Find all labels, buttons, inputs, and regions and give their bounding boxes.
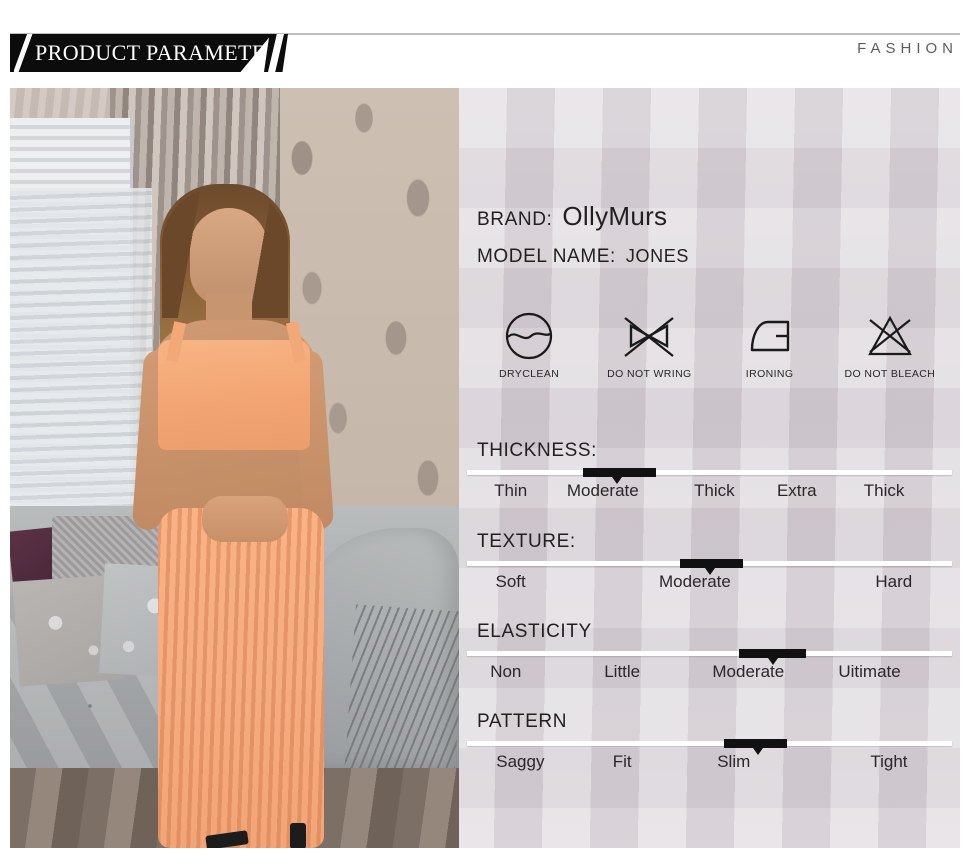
content-area: BRAND: OllyMurs MODEL NAME: JONES DRYCLEAN [10, 88, 960, 848]
spec-title-texture: TEXTURE: [477, 531, 576, 552]
fashion-wordmark: FASHION [857, 40, 958, 57]
product-parameters-page: PRODUCT PARAMETERS FASHION BRAND: OllyMu… [0, 0, 970, 862]
thickness-slider-track[interactable] [467, 468, 952, 484]
brand-row: BRAND: OllyMurs [477, 201, 667, 232]
spec-texture: TEXTURE: Soft Moderate Hard [467, 531, 952, 606]
elasticity-slider-marker[interactable] [738, 649, 807, 658]
spec-title-thickness: THICKNESS: [477, 440, 598, 461]
pattern-scale-labels: Saggy Fit Slim Tight [467, 752, 952, 786]
pattern-slider-track[interactable] [467, 739, 952, 755]
elasticity-option-2[interactable]: Moderate [712, 662, 784, 682]
care-instructions-row: DRYCLEAN DO NOT WRING IRONING DO NOT BLE… [469, 308, 950, 380]
thickness-scale-labels: Thin Moderate Thick Extra Thick [467, 481, 952, 515]
care-item-do-not-bleach: DO NOT BLEACH [830, 308, 950, 380]
thickness-option-2[interactable]: Thick [694, 481, 735, 501]
texture-option-1[interactable]: Moderate [659, 572, 731, 592]
spec-title-pattern: PATTERN [477, 711, 568, 732]
photo-model-shoe-right [290, 823, 306, 848]
elasticity-scale-labels: Non Little Moderate Uitimate [467, 662, 952, 696]
photo-garment-midi-skirt [158, 508, 324, 848]
care-item-dryclean: DRYCLEAN [469, 308, 589, 380]
care-label-do-not-wring: DO NOT WRING [607, 368, 692, 380]
brand-value: OllyMurs [562, 201, 668, 231]
brand-label: BRAND: [477, 209, 553, 230]
texture-option-0[interactable]: Soft [496, 572, 526, 592]
model-name-row: MODEL NAME: JONES [477, 246, 689, 268]
care-label-do-not-bleach: DO NOT BLEACH [844, 368, 936, 380]
spec-elasticity: ELASTICITY Non Little Moderate Uitimate [467, 621, 952, 696]
ironing-icon [710, 308, 830, 364]
model-name-value: JONES [625, 246, 689, 266]
photo-sofa-studs [344, 604, 459, 782]
texture-scale-labels: Soft Moderate Hard [467, 572, 952, 606]
page-header: PRODUCT PARAMETERS FASHION [0, 0, 970, 82]
product-photo [10, 88, 459, 848]
texture-slider-track[interactable] [467, 559, 952, 575]
thickness-slider-marker[interactable] [583, 468, 657, 477]
dryclean-icon [469, 308, 589, 364]
thickness-option-0[interactable]: Thin [494, 481, 527, 501]
elasticity-option-1[interactable]: Little [604, 662, 640, 682]
pattern-option-0[interactable]: Saggy [496, 752, 544, 772]
page-title: PRODUCT PARAMETERS [35, 40, 294, 65]
care-item-ironing: IRONING [710, 308, 830, 380]
thickness-option-1[interactable]: Moderate [567, 481, 639, 501]
photo-model-hands [202, 496, 288, 542]
elasticity-option-3[interactable]: Uitimate [838, 662, 900, 682]
do-not-bleach-icon [830, 308, 950, 364]
elasticity-slider-track[interactable] [467, 649, 952, 665]
spec-thickness: THICKNESS: Thin Moderate Thick Extra Thi… [467, 440, 952, 515]
photo-garment-crop-top [158, 340, 310, 450]
model-name-label: MODEL NAME: [477, 246, 616, 267]
do-not-wring-icon [589, 308, 709, 364]
thickness-option-3[interactable]: Extra [777, 481, 817, 501]
spec-pattern: PATTERN Saggy Fit Slim Tight [467, 711, 952, 786]
spec-title-elasticity: ELASTICITY [477, 621, 592, 642]
care-label-dryclean: DRYCLEAN [499, 368, 560, 380]
parameters-panel: BRAND: OllyMurs MODEL NAME: JONES DRYCLEAN [459, 88, 960, 848]
thickness-option-4[interactable]: Thick [864, 481, 905, 501]
pattern-option-2[interactable]: Slim [717, 752, 750, 772]
texture-option-2[interactable]: Hard [875, 572, 912, 592]
pattern-option-3[interactable]: Tight [870, 752, 907, 772]
pattern-option-1[interactable]: Fit [613, 752, 632, 772]
texture-slider-marker[interactable] [680, 559, 744, 568]
care-label-ironing: IRONING [745, 368, 794, 380]
pattern-slider-marker[interactable] [724, 739, 788, 748]
photo-window-shutters-lower [10, 188, 152, 548]
elasticity-option-0[interactable]: Non [490, 662, 521, 682]
care-item-do-not-wring: DO NOT WRING [589, 308, 709, 380]
